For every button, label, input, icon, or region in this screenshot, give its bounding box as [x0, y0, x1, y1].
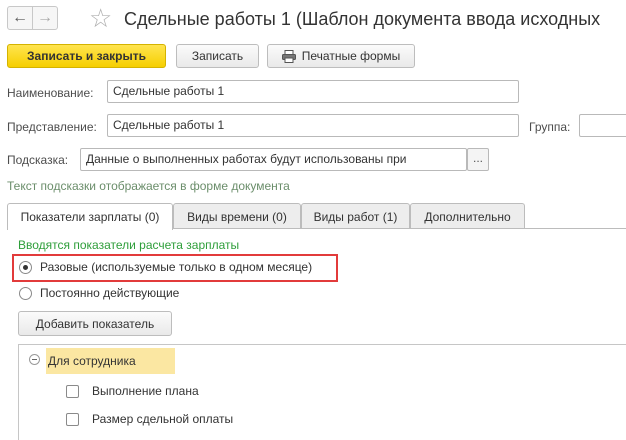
print-forms-button[interactable]: Печатные формы — [267, 44, 415, 68]
save-button[interactable]: Записать — [176, 44, 259, 68]
radio-permanent-label: Постоянно действующие — [40, 286, 180, 300]
list-item: Выполнение плана — [92, 384, 199, 398]
arrow-left-icon: ← — [12, 9, 28, 26]
tab-work-types[interactable]: Виды работ (1) — [301, 203, 410, 229]
star-icon[interactable]: ☆ — [89, 3, 112, 33]
radio-one-time-label: Разовые (используемые только в одном мес… — [40, 260, 313, 274]
checkbox-plan-fulfillment[interactable] — [66, 385, 79, 398]
radio-permanent[interactable] — [19, 287, 32, 300]
hint-field[interactable]: Данные о выполненных работах будут испол… — [80, 148, 467, 171]
name-field[interactable]: Сдельные работы 1 — [107, 80, 519, 103]
printer-icon — [281, 49, 296, 63]
save-and-close-button[interactable]: Записать и закрыть — [7, 44, 166, 68]
hint-note: Текст подсказки отображается в форме док… — [7, 179, 290, 193]
group-label: Группа: — [529, 120, 571, 134]
checkbox-piece-rate[interactable] — [66, 413, 79, 426]
representation-label: Представление: — [7, 120, 97, 134]
forward-button[interactable]: → — [32, 6, 58, 30]
list-group-row[interactable]: Для сотрудника — [46, 348, 175, 374]
arrow-right-icon: → — [37, 9, 53, 26]
back-button[interactable]: ← — [7, 6, 33, 30]
list-item: Размер сдельной оплаты — [92, 412, 234, 426]
hint-label: Подсказка: — [7, 153, 69, 167]
tab-time-types[interactable]: Виды времени (0) — [173, 203, 301, 229]
print-forms-label: Печатные формы — [301, 49, 401, 63]
name-label: Наименование: — [7, 86, 94, 100]
section-title: Вводятся показатели расчета зарплаты — [18, 238, 240, 252]
radio-one-time[interactable] — [19, 261, 32, 274]
representation-field[interactable]: Сдельные работы 1 — [107, 114, 519, 137]
tab-additional[interactable]: Дополнительно — [410, 203, 525, 229]
group-field[interactable] — [579, 114, 626, 137]
hint-select-button[interactable]: ... — [467, 148, 489, 171]
tab-salary-indicators[interactable]: Показатели зарплаты (0) — [7, 203, 173, 230]
collapse-icon[interactable] — [29, 354, 40, 365]
window-title: Сдельные работы 1 (Шаблон документа ввод… — [124, 9, 601, 29]
add-indicator-button[interactable]: Добавить показатель — [18, 311, 172, 336]
